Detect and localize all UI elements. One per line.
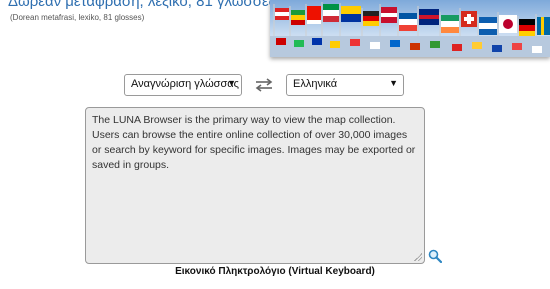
flags-banner-image xyxy=(270,0,550,57)
target-language-select[interactable]: Ελληνικά ▼ xyxy=(286,74,404,96)
zoom-button[interactable] xyxy=(428,249,443,264)
magnifier-icon xyxy=(428,249,443,264)
virtual-keyboard-link[interactable]: Εικονικό Πληκτρολόγιο (Virtual Keyboard) xyxy=(0,266,550,277)
dropdown-arrow-icon: ▼ xyxy=(227,78,236,88)
resize-grip-icon[interactable] xyxy=(414,253,422,261)
source-language-value: Αναγνώριση γλώσσας xyxy=(131,78,239,90)
target-language-value: Ελληνικά xyxy=(293,78,338,90)
site-title: Δωρεάν μετάφραση, λεξικό, 81 γλώσσες xyxy=(8,0,276,10)
site-subtitle: (Dorean metafrasi, lexiko, 81 glosses) xyxy=(10,13,145,22)
swap-arrows-icon xyxy=(255,78,273,92)
flags-banner xyxy=(270,0,550,57)
source-text-input[interactable]: The LUNA Browser is the primary way to v… xyxy=(85,107,425,264)
source-language-select[interactable]: Αναγνώριση γλώσσας ▼ xyxy=(124,74,242,96)
dropdown-arrow-icon: ▼ xyxy=(389,78,398,88)
swap-languages-button[interactable] xyxy=(255,78,273,92)
source-text-value: The LUNA Browser is the primary way to v… xyxy=(92,114,416,171)
